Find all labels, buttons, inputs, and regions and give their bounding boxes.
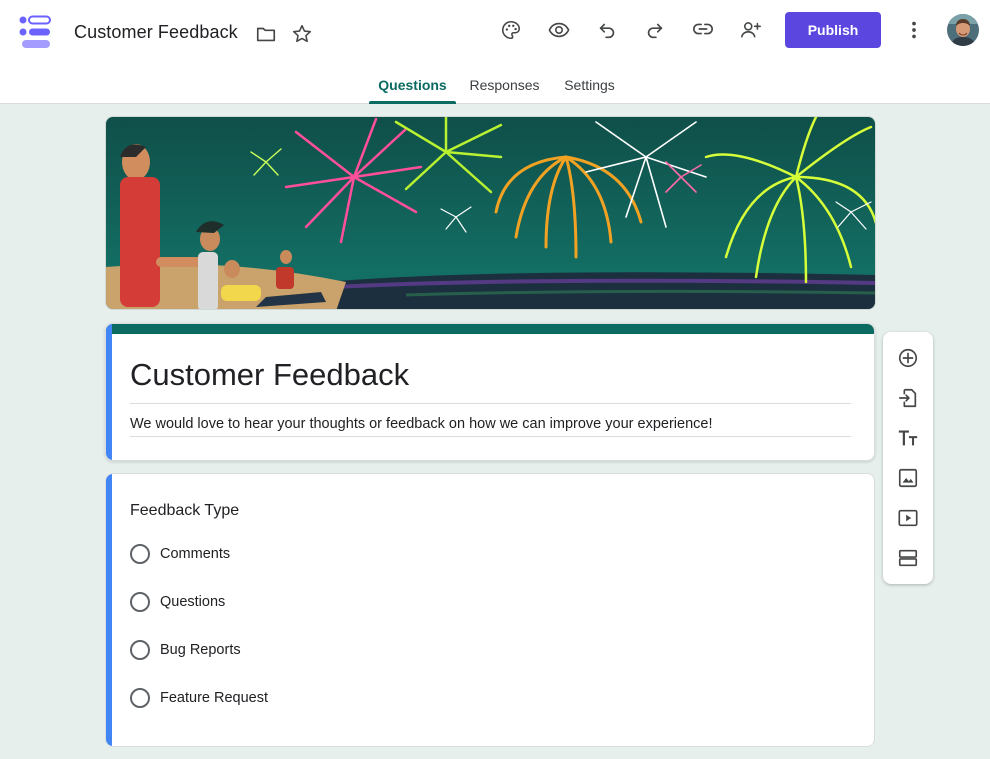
divider bbox=[130, 436, 851, 437]
add-image-icon[interactable] bbox=[895, 465, 921, 491]
question-card[interactable]: Feedback Type Comments Questions Bug Rep… bbox=[105, 473, 875, 747]
form-title-card[interactable]: Customer Feedback We would love to hear … bbox=[105, 323, 875, 461]
option-bug-reports[interactable]: Bug Reports bbox=[130, 638, 241, 662]
option-questions[interactable]: Questions bbox=[130, 590, 225, 614]
publish-button[interactable]: Publish bbox=[785, 12, 881, 48]
form-tabs: Questions Responses Settings bbox=[0, 66, 990, 104]
add-title-icon[interactable] bbox=[895, 425, 921, 451]
radio-button[interactable] bbox=[130, 544, 150, 564]
radio-button[interactable] bbox=[130, 640, 150, 660]
option-label: Feature Request bbox=[160, 690, 269, 706]
theme-color-bar bbox=[106, 324, 874, 334]
folder-icon[interactable] bbox=[252, 20, 280, 48]
redo-icon[interactable] bbox=[641, 16, 669, 44]
question-title[interactable]: Feedback Type bbox=[130, 502, 239, 520]
add-video-icon[interactable] bbox=[895, 505, 921, 531]
option-label: Comments bbox=[160, 546, 231, 562]
header-banner-image bbox=[105, 116, 876, 310]
document-title[interactable]: Customer Feedback bbox=[74, 22, 238, 43]
undo-icon[interactable] bbox=[593, 16, 621, 44]
radio-button[interactable] bbox=[130, 592, 150, 612]
app-header: Customer Feedback Publish Questions Resp… bbox=[0, 0, 990, 104]
tab-questions[interactable]: Questions bbox=[369, 66, 456, 104]
add-section-icon[interactable] bbox=[895, 545, 921, 571]
radio-button[interactable] bbox=[130, 688, 150, 708]
preview-icon[interactable] bbox=[545, 16, 573, 44]
active-card-indicator bbox=[106, 474, 112, 746]
link-icon[interactable] bbox=[689, 15, 717, 43]
divider bbox=[130, 403, 851, 404]
form-description[interactable]: We would love to hear your thoughts or f… bbox=[130, 416, 712, 432]
import-questions-icon[interactable] bbox=[895, 385, 921, 411]
active-card-indicator bbox=[106, 324, 112, 460]
option-comments[interactable]: Comments bbox=[130, 542, 230, 566]
option-label: Bug Reports bbox=[160, 642, 241, 658]
tab-settings[interactable]: Settings bbox=[557, 66, 622, 104]
palette-icon[interactable] bbox=[497, 16, 525, 44]
more-vert-icon[interactable] bbox=[900, 16, 928, 44]
avatar[interactable] bbox=[947, 14, 979, 46]
star-icon[interactable] bbox=[288, 20, 316, 48]
option-label: Questions bbox=[160, 594, 226, 610]
side-toolbar bbox=[883, 332, 933, 584]
add-collaborator-icon[interactable] bbox=[737, 16, 765, 44]
form-title[interactable]: Customer Feedback bbox=[130, 357, 409, 393]
option-feature-request[interactable]: Feature Request bbox=[130, 686, 268, 710]
app-logo[interactable] bbox=[18, 14, 54, 50]
tab-responses[interactable]: Responses bbox=[464, 66, 545, 104]
add-question-icon[interactable] bbox=[895, 345, 921, 371]
